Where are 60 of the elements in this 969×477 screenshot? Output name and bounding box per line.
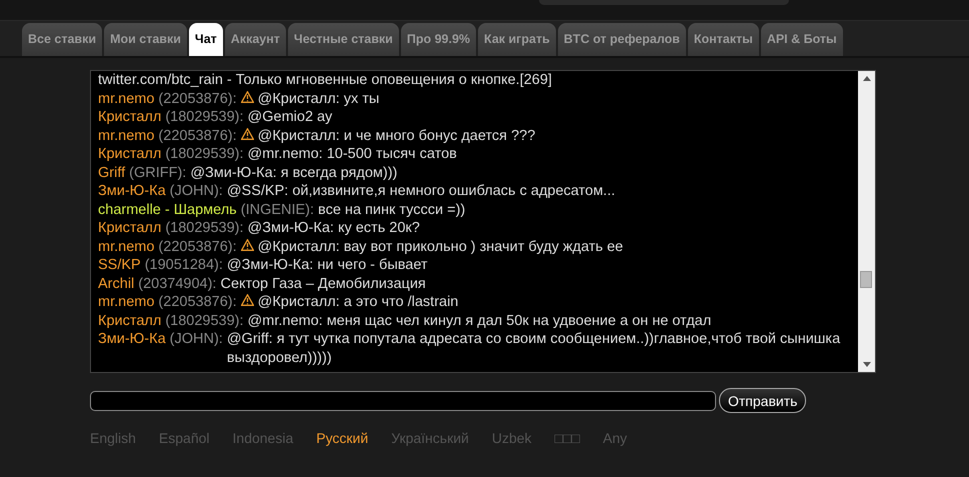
message-text: @Зми-Ю-Ка: я всегда рядом))) [190, 164, 398, 182]
username[interactable]: charmelle - Шармель [98, 200, 237, 219]
user-id: (19051284): [144, 256, 223, 274]
message-text: @Зми-Ю-Ка: ку есть 20к? [248, 219, 421, 238]
username[interactable]: Griff [98, 164, 126, 182]
language-link[interactable]: Русский [316, 430, 368, 446]
send-button[interactable]: Отправить [719, 388, 806, 413]
message-text: @Кристалл: ух ты [258, 90, 380, 108]
user-id: (22053876): [158, 90, 237, 108]
tab[interactable]: API & Боты [760, 23, 843, 56]
user-id: (22053876): [158, 238, 237, 256]
username[interactable]: Кристалл [98, 145, 162, 164]
user-id: (JOHN): [170, 182, 223, 200]
user-id: (18029539): [165, 219, 244, 238]
message-text: @mr.nemo: меня щас чел кинул я дал 50к на удвоение а он не отдал [248, 312, 712, 330]
tab[interactable]: Мои ставки [104, 23, 187, 56]
user-id: (18029539): [165, 145, 244, 164]
tab[interactable]: Аккаунт [224, 23, 286, 56]
tab[interactable]: Чат [188, 23, 223, 56]
username[interactable]: Archil [98, 274, 134, 293]
message-text: @Gemio2 ау [248, 108, 334, 126]
message-text: @Griff: я тут чутка попутала адресата со своим сообщением..))главное,чтоб твой сынишка выздоровел))))) [226, 330, 842, 367]
message-text: Сектор Газа – Демобилизация [220, 274, 427, 293]
message-text: @Кристалл: а это что /lastrain [258, 293, 460, 312]
username[interactable]: Зми-Ю-Ка [98, 330, 166, 348]
tab[interactable]: Контакты [688, 23, 759, 56]
username[interactable]: Кристалл [98, 219, 162, 238]
user-id: (JOHN): [170, 330, 223, 348]
tab[interactable]: BTC от рефералов [558, 23, 686, 56]
message-input[interactable] [90, 390, 716, 410]
message-text: @mr.nemo: 10-500 тысяч сатов [248, 145, 458, 164]
scroll-up-icon[interactable] [862, 76, 870, 81]
username[interactable]: mr.nemo [98, 126, 154, 145]
username[interactable]: Кристалл [98, 108, 162, 126]
tab[interactable]: Все ставки [22, 23, 102, 56]
user-id: (20374904): [138, 274, 216, 293]
user-id: (22053876): [158, 126, 237, 145]
tab[interactable]: Честные ставки [288, 23, 399, 56]
user-id: (18029539): [165, 108, 244, 126]
message-text: @SS/KP: ой,извините,я немного ошиблась с адресатом... [226, 182, 616, 200]
tab[interactable]: Про 99.9% [400, 23, 476, 56]
tab[interactable]: Как играть [478, 23, 556, 56]
user-id: (22053876): [158, 293, 237, 312]
username[interactable]: mr.nemo [98, 293, 154, 312]
message-text: @Зми-Ю-Ка: ни чего - бывает [226, 256, 429, 274]
scrollbar-thumb[interactable] [860, 271, 872, 288]
user-id: (GRIFF): [129, 164, 186, 182]
username[interactable]: mr.nemo [98, 238, 154, 256]
message-text: @Кристалл: и че много бонус дается ??? [258, 126, 536, 145]
message-text: все на пинк туссси =)) [318, 200, 466, 219]
username[interactable]: SS/KP [98, 256, 141, 274]
message-text: @Кристалл: вау вот прикольно ) значит буду ждать ее [258, 238, 624, 256]
username[interactable]: mr.nemo [98, 90, 154, 108]
username[interactable]: Кристалл [98, 312, 162, 330]
system-message: twitter.com/btc_rain - Только мгновенные оповещения о кнопке.[269] [98, 71, 553, 90]
scroll-down-icon[interactable] [862, 362, 870, 367]
username[interactable]: Зми-Ю-Ка [98, 182, 166, 200]
user-id: (18029539): [165, 312, 244, 330]
scrollbar[interactable] [858, 71, 875, 372]
user-id: (INGENIE): [240, 200, 314, 219]
